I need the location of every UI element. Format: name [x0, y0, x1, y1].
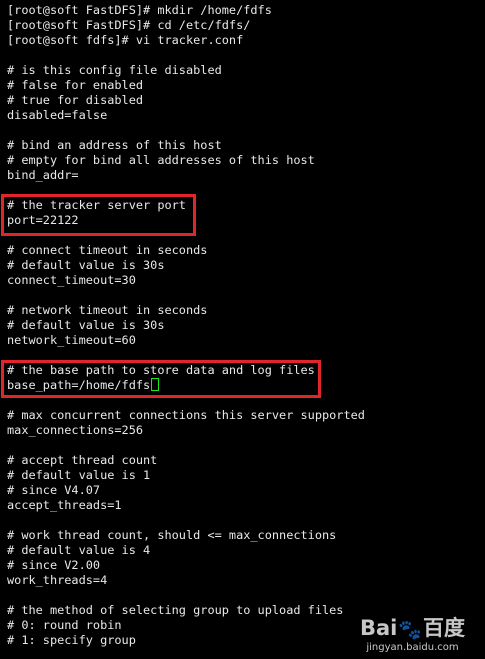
- terminal-line-text: accept_threads=1: [7, 498, 122, 512]
- terminal-line: [root@soft FastDFS]# mkdir /home/fdfs: [7, 3, 365, 18]
- terminal-line: # default value is 30s: [7, 258, 365, 273]
- terminal-line: disabled=false: [7, 108, 365, 123]
- terminal-line-text: # default value is 4: [7, 543, 151, 557]
- paw-icon: 🐾: [398, 619, 422, 641]
- terminal-window[interactable]: [root@soft FastDFS]# mkdir /home/fdfs [ro…: [0, 0, 485, 659]
- terminal-line: work_threads=4: [7, 573, 365, 588]
- terminal-line: # false for enabled: [7, 78, 365, 93]
- terminal-line-text: # max concurrent connections this server…: [7, 408, 365, 422]
- terminal-line: accept_threads=1: [7, 498, 365, 513]
- terminal-line-text: # network timeout in seconds: [7, 303, 208, 317]
- terminal-line-text: # false for enabled: [7, 78, 144, 92]
- terminal-line-text: # accept thread count: [7, 453, 158, 467]
- terminal-line: # bind an address of this host: [7, 138, 365, 153]
- terminal-line: # since V2.00: [7, 558, 365, 573]
- terminal-line-text: [root@soft FastDFS]# cd /etc/fdfs/: [7, 18, 251, 32]
- baidu-logo-right: 百度: [423, 616, 465, 640]
- terminal-line: # 1: specify group: [7, 633, 365, 648]
- terminal-line: # accept thread count: [7, 453, 365, 468]
- terminal-output: [root@soft FastDFS]# mkdir /home/fdfs [ro…: [7, 3, 365, 648]
- terminal-line: # empty for bind all addresses of this h…: [7, 153, 365, 168]
- terminal-line-text: # since V4.07: [7, 483, 101, 497]
- terminal-line-text: bind_addr=: [7, 168, 79, 182]
- terminal-line: [root@soft FastDFS]# cd /etc/fdfs/: [7, 18, 365, 33]
- terminal-line: connect_timeout=30: [7, 273, 365, 288]
- terminal-line-text: # empty for bind all addresses of this h…: [7, 153, 315, 167]
- terminal-line-text: # 1: specify group: [7, 633, 136, 647]
- terminal-line: # default value is 4: [7, 543, 365, 558]
- terminal-line: # 0: round robin: [7, 618, 365, 633]
- terminal-line-text: network_timeout=60: [7, 333, 136, 347]
- terminal-line-text: work_threads=4: [7, 573, 108, 587]
- terminal-line-text: # default value is 1: [7, 468, 151, 482]
- terminal-line: # default value is 30s: [7, 318, 365, 333]
- terminal-line-text: # 0: round robin: [7, 618, 122, 632]
- terminal-line: [root@soft fdfs]# vi tracker.conf: [7, 33, 365, 48]
- terminal-line-text: # default value is 30s: [7, 318, 165, 332]
- watermark-url: jingyan.baidu.com: [366, 642, 459, 653]
- terminal-line-text: [root@soft FastDFS]# mkdir /home/fdfs: [7, 3, 272, 17]
- terminal-line-text: max_connections=256: [7, 423, 144, 437]
- terminal-line-text: # true for disabled: [7, 93, 144, 107]
- baidu-logo: Bai🐾百度: [360, 617, 465, 641]
- terminal-line: # is this config file disabled: [7, 63, 365, 78]
- terminal-line-text: # work thread count, should <= max_conne…: [7, 528, 337, 542]
- terminal-line-text: disabled=false: [7, 108, 108, 122]
- terminal-line: # the method of selecting group to uploa…: [7, 603, 365, 618]
- highlight-box-base-path: [1, 360, 321, 398]
- highlight-box-tracker-port: [1, 194, 196, 236]
- baidu-jingyan-watermark: Bai🐾百度 jingyan.baidu.com: [360, 617, 465, 653]
- terminal-line-text: # connect timeout in seconds: [7, 243, 208, 257]
- terminal-line-text: # bind an address of this host: [7, 138, 222, 152]
- terminal-line: # work thread count, should <= max_conne…: [7, 528, 365, 543]
- terminal-line: # true for disabled: [7, 93, 365, 108]
- terminal-line-text: # is this config file disabled: [7, 63, 222, 77]
- terminal-line-text: # since V2.00: [7, 558, 101, 572]
- terminal-line-text: [root@soft fdfs]# vi tracker.conf: [7, 33, 244, 47]
- terminal-line: # since V4.07: [7, 483, 365, 498]
- terminal-line: bind_addr=: [7, 168, 365, 183]
- terminal-line: # max concurrent connections this server…: [7, 408, 365, 423]
- terminal-line: # network timeout in seconds: [7, 303, 365, 318]
- terminal-line-text: connect_timeout=30: [7, 273, 136, 287]
- terminal-line: network_timeout=60: [7, 333, 365, 348]
- terminal-line: # connect timeout in seconds: [7, 243, 365, 258]
- terminal-line-text: # the method of selecting group to uploa…: [7, 603, 344, 617]
- baidu-logo-left: Bai: [359, 616, 398, 640]
- terminal-line-text: # default value is 30s: [7, 258, 165, 272]
- terminal-line: # default value is 1: [7, 468, 365, 483]
- terminal-line: max_connections=256: [7, 423, 365, 438]
